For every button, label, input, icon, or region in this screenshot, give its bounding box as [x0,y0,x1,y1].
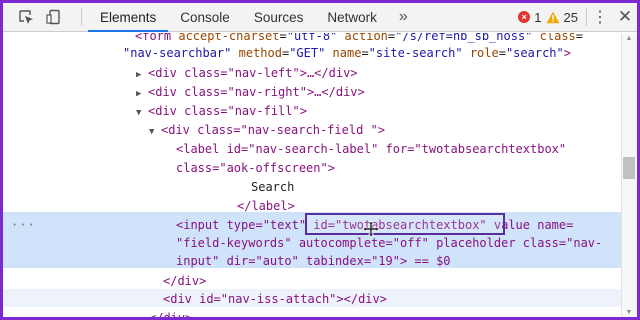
dom-node-input-cont-2[interactable]: input" dir="auto" tabindex="19"> == $0 [176,252,451,270]
dom-node-nav-left[interactable]: ▶ <div class="nav-left">…</div> [136,64,358,82]
node-actions-dots[interactable]: ··· [11,216,36,234]
inspect-element-icon[interactable] [16,7,36,27]
scroll-up-arrow-icon[interactable]: ▲ [621,33,637,43]
error-count: 1 [534,9,542,25]
attribute-focus-box [305,213,505,235]
tab-console[interactable]: Console [168,3,242,31]
more-tabs-button[interactable]: » [389,3,418,31]
dom-node-nav-search-field[interactable]: ▼ <div class="nav-search-field "> [149,121,385,139]
dom-tree: <form accept-charset="utf-8" action="/s/… [3,33,621,317]
dom-node-label-cont[interactable]: class="aok-offscreen"> [176,159,335,177]
dom-line-form-cont[interactable]: "nav-searchbar" method="GET" name="site-… [123,44,571,62]
dom-node-nav-iss-attach[interactable]: <div id="nav-iss-attach"></div> [163,290,387,308]
move-cursor-icon [363,221,379,237]
dom-node-input-cont[interactable]: "field-keywords" autocomplete="off" plac… [176,234,602,252]
toolbar-separator [81,8,82,26]
warning-count: 25 [563,9,578,25]
scroll-down-arrow-icon[interactable]: ▼ [621,307,637,317]
scrollbar-thumb[interactable] [623,157,635,179]
dom-node-nav-right[interactable]: ▶ <div class="nav-right">…</div> [136,83,365,101]
collapse-arrow-icon[interactable]: ▼ [136,104,148,122]
toolbar-tools [3,3,81,31]
devtools-window: Elements Console Sources Network » × 1 2… [0,0,640,320]
customize-menu-icon[interactable]: ⋮ [587,3,613,31]
dom-node-label-close[interactable]: </label> [237,197,295,215]
close-devtools-icon[interactable]: ✕ [613,3,637,31]
tab-elements[interactable]: Elements [88,3,169,32]
error-icon: × [518,11,531,23]
dom-node-label[interactable]: <label id="nav-search-label" for="twotab… [176,140,566,158]
console-status[interactable]: × 1 25 [518,3,586,31]
device-toggle-icon[interactable] [44,7,64,27]
warning-icon [546,11,560,24]
collapse-arrow-icon[interactable]: ▼ [149,123,161,141]
devtools-toolbar: Elements Console Sources Network » × 1 2… [3,3,637,32]
dom-node-div-close-2[interactable]: </div> [149,309,192,317]
dom-node-nav-fill[interactable]: ▼ <div class="nav-fill"> [136,102,307,120]
tab-sources[interactable]: Sources [242,3,316,31]
expand-arrow-icon[interactable]: ▶ [136,66,148,84]
tab-network[interactable]: Network [315,3,389,31]
expand-arrow-icon[interactable]: ▶ [136,85,148,103]
panel-tabs: Elements Console Sources Network » [88,3,418,32]
dom-node-div-close[interactable]: </div> [163,272,206,290]
dom-text-search[interactable]: Search [251,178,294,196]
